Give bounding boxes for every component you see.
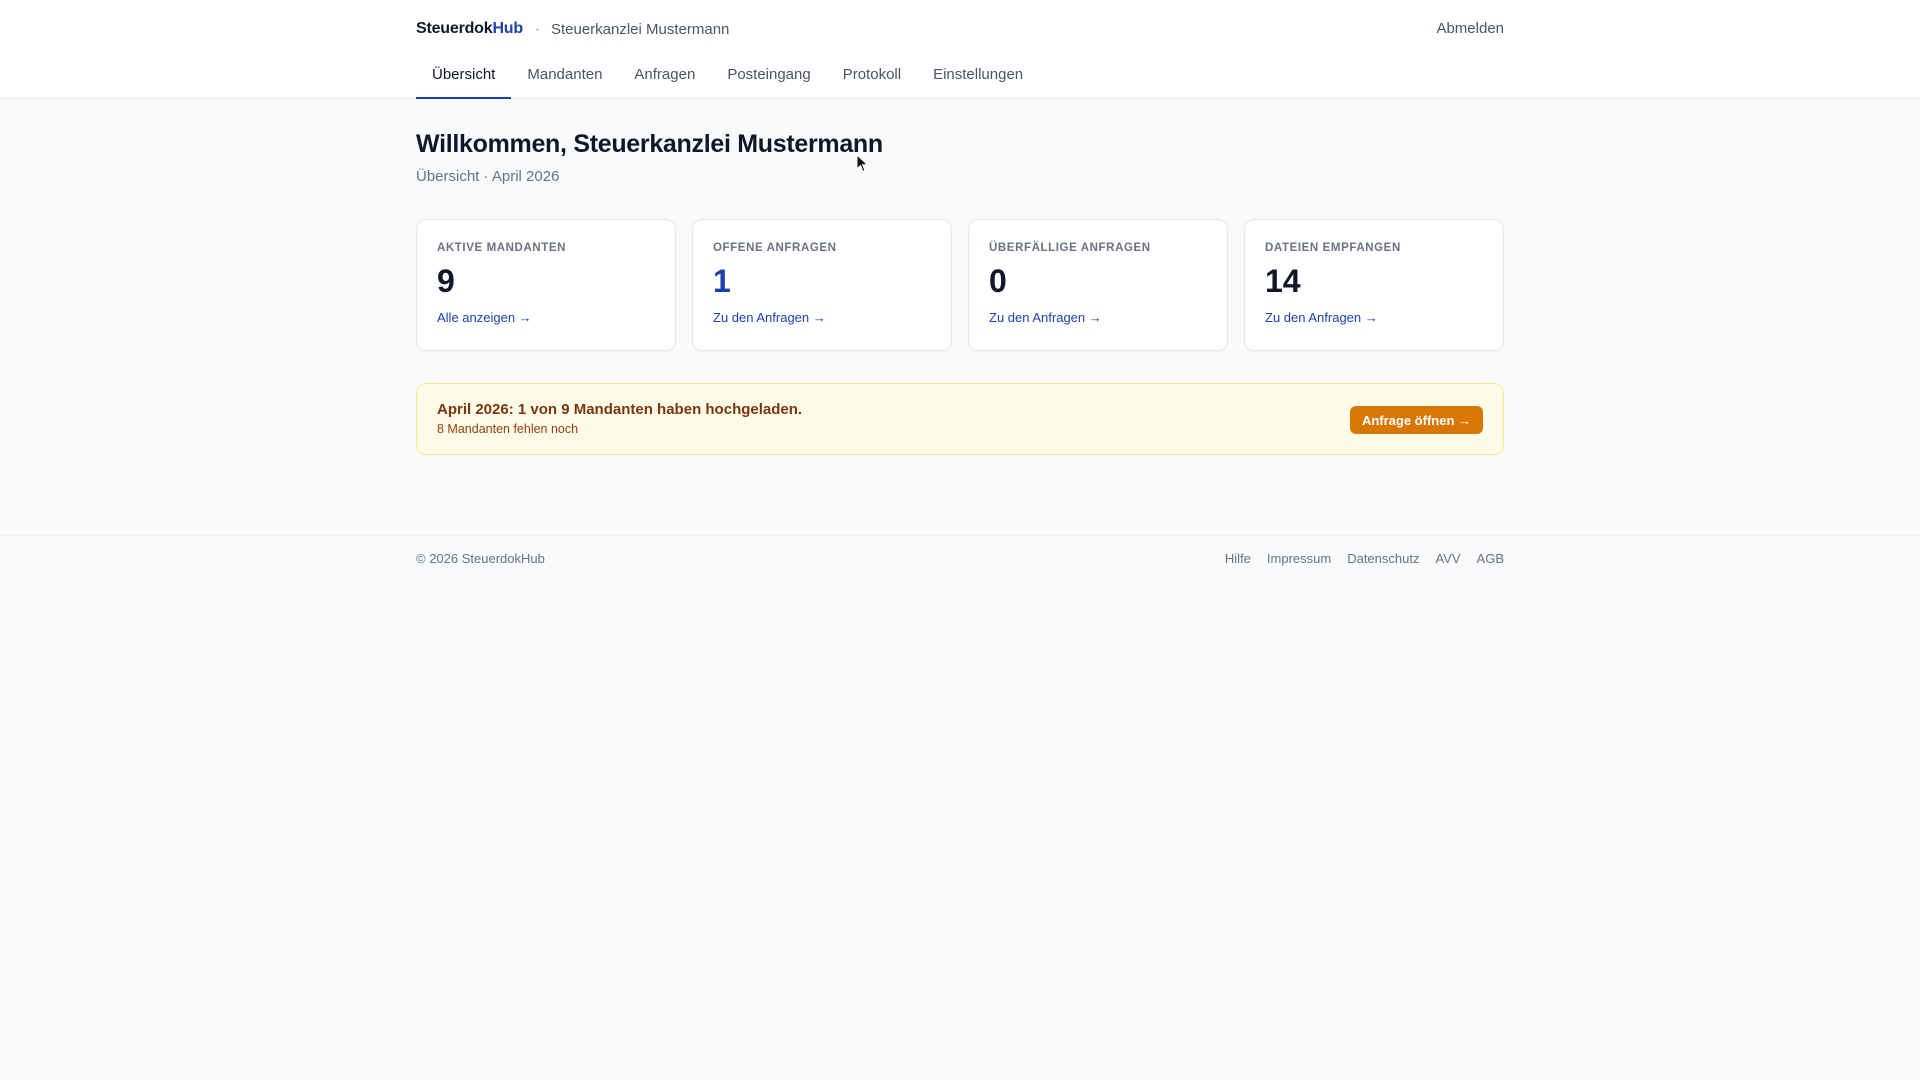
show-all-clients-link[interactable]: Alle anzeigen → — [437, 310, 532, 325]
open-requests-link[interactable]: Zu den Anfragen → — [713, 310, 826, 325]
stat-card-label: ÜBERFÄLLIGE ANFRAGEN — [989, 242, 1151, 254]
stat-card-value: 0 — [989, 263, 1007, 299]
page-title: Willkommen, Steuerkanzlei Mustermann — [416, 130, 883, 158]
firm-name: Steuerkanzlei Mustermann — [550, 20, 730, 38]
banner-title: April 2026: 1 von 9 Mandanten haben hoch… — [437, 401, 803, 418]
stat-card-label: DATEIEN EMPFANGEN — [1265, 242, 1401, 254]
stat-card-label: OFFENE ANFRAGEN — [713, 242, 837, 254]
footer-link-agb[interactable]: AGB — [1477, 551, 1504, 566]
tab-einstellungen[interactable]: Einstellungen — [917, 58, 1039, 99]
tab-mandanten[interactable]: Mandanten — [511, 58, 618, 99]
upload-status-banner: April 2026: 1 von 9 Mandanten haben hoch… — [416, 383, 1504, 455]
top-header: SteuerdokHub Steuerkanzlei Mustermann Ab… — [0, 0, 1920, 99]
footer-link-datenschutz[interactable]: Datenschutz — [1347, 551, 1419, 566]
stat-card-label: AKTIVE MANDANTEN — [437, 242, 567, 254]
logo-accent: Hub — [492, 20, 523, 37]
stat-cards: AKTIVE MANDANTEN 9 Alle anzeigen → OFFEN… — [416, 219, 1504, 351]
stat-card-open-requests: OFFENE ANFRAGEN 1 Zu den Anfragen → — [692, 219, 952, 351]
files-requests-link[interactable]: Zu den Anfragen → — [1265, 310, 1378, 325]
footer-link-hilfe[interactable]: Hilfe — [1225, 551, 1251, 566]
brand-separator — [535, 27, 539, 31]
stat-card-value: 1 — [713, 263, 731, 299]
tab-protokoll[interactable]: Protokoll — [827, 58, 917, 99]
brand-row: SteuerdokHub Steuerkanzlei Mustermann — [416, 18, 729, 40]
stat-card-value: 9 — [437, 263, 455, 299]
tab-posteingang[interactable]: Posteingang — [711, 58, 826, 99]
tab-anfragen[interactable]: Anfragen — [618, 58, 711, 99]
footer-copyright: © 2026 SteuerdokHub — [416, 551, 545, 566]
footer-links: Hilfe Impressum Datenschutz AVV AGB — [1209, 551, 1504, 566]
main-nav: Übersicht Mandanten Anfragen Posteingang… — [416, 58, 1039, 99]
stat-card-overdue-requests: ÜBERFÄLLIGE ANFRAGEN 0 Zu den Anfragen → — [968, 219, 1228, 351]
tab-uebersicht[interactable]: Übersicht — [416, 58, 512, 99]
logout-link[interactable]: Abmelden — [1436, 18, 1504, 40]
footer-link-avv[interactable]: AVV — [1435, 551, 1460, 566]
stat-card-value: 14 — [1265, 263, 1301, 299]
app-logo[interactable]: SteuerdokHub — [416, 20, 523, 38]
stat-card-active-clients: AKTIVE MANDANTEN 9 Alle anzeigen → — [416, 219, 676, 351]
stat-card-files-received: DATEIEN EMPFANGEN 14 Zu den Anfragen → — [1244, 219, 1504, 351]
logo-main: Steuerdok — [416, 20, 493, 37]
footer-divider — [0, 535, 1920, 536]
footer-link-impressum[interactable]: Impressum — [1267, 551, 1331, 566]
overdue-requests-link[interactable]: Zu den Anfragen → — [989, 310, 1102, 325]
mouse-pointer-icon — [856, 154, 869, 173]
banner-subtitle: 8 Mandanten fehlen noch — [437, 422, 579, 436]
page-subtitle: Übersicht · April 2026 — [416, 168, 560, 185]
open-request-button[interactable]: Anfrage öffnen → — [1349, 406, 1483, 434]
